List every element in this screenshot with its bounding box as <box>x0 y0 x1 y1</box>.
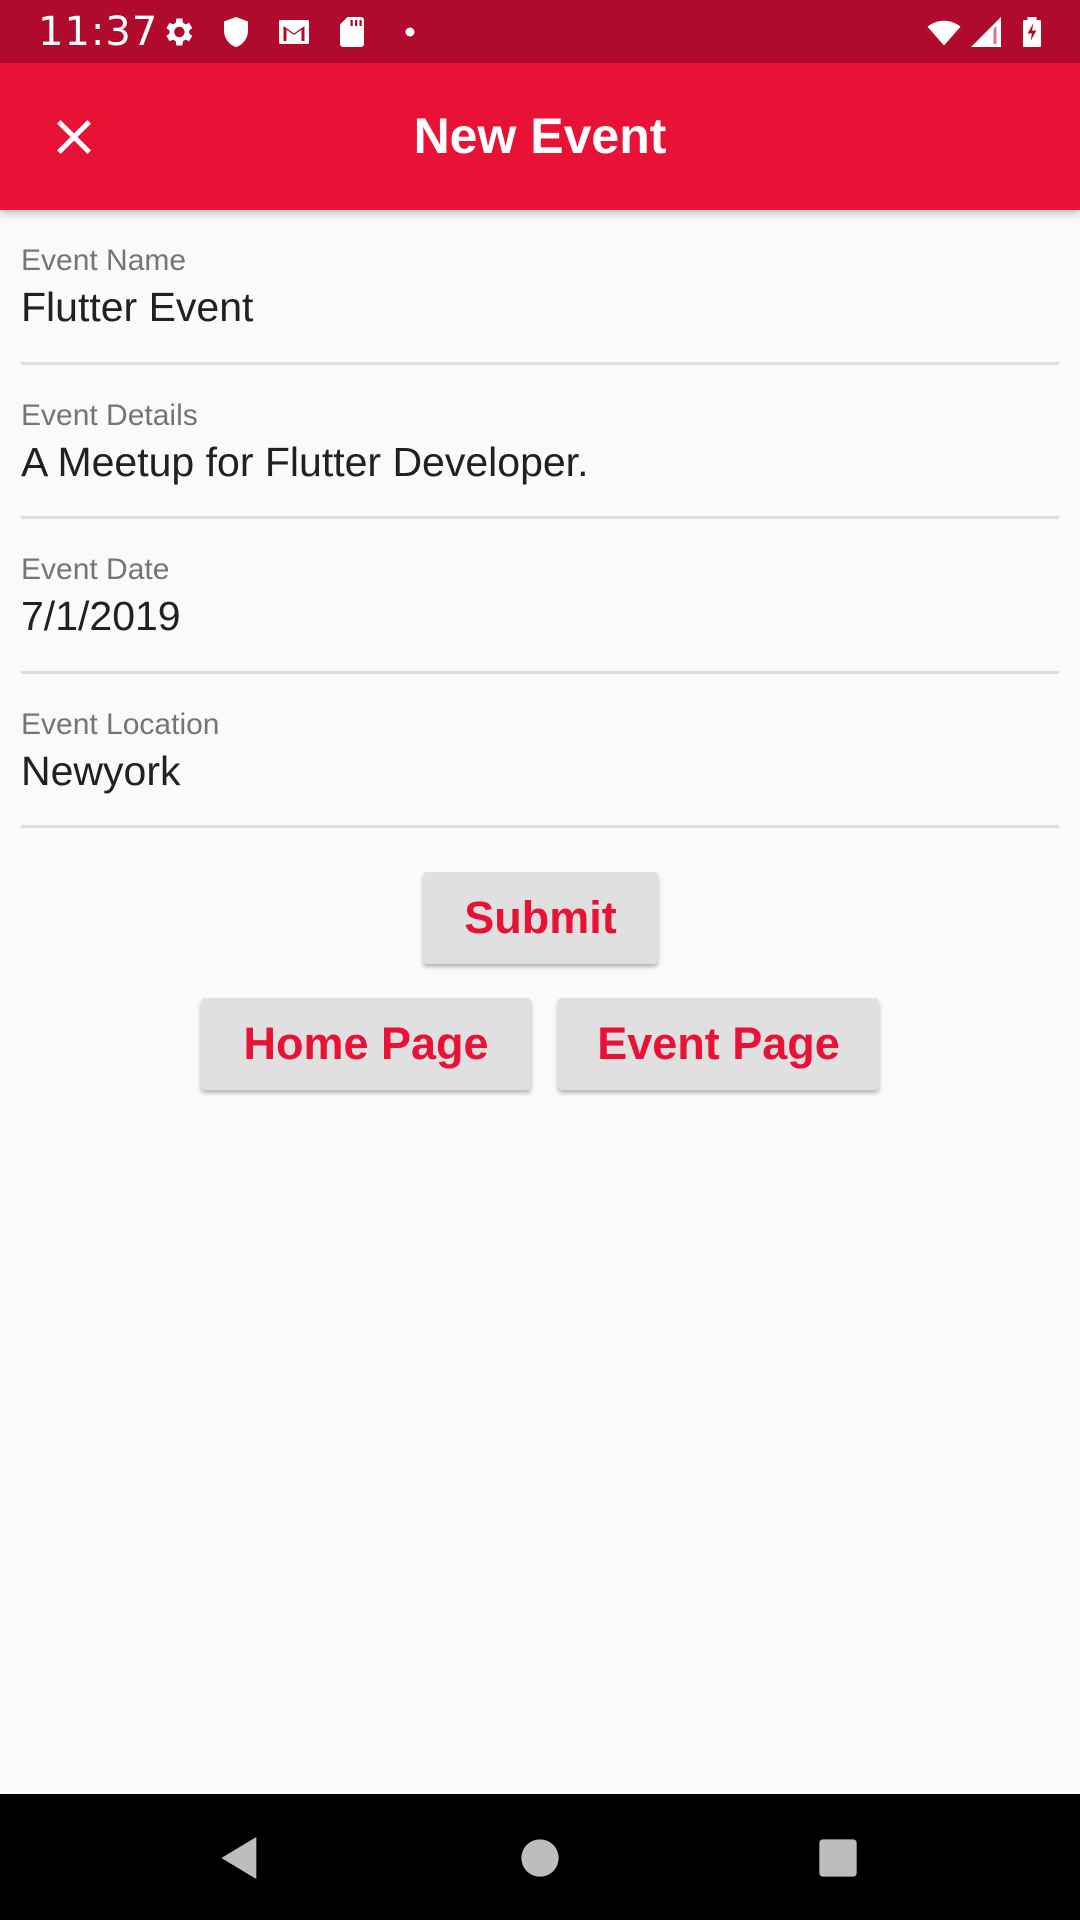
event-name-field[interactable]: Event Name <box>21 210 1059 365</box>
event-form: Event Name Event Details Event Date Even… <box>21 210 1059 828</box>
home-button[interactable] <box>512 1830 568 1886</box>
submit-button[interactable]: Submit <box>423 872 658 964</box>
event-name-label: Event Name <box>21 244 187 277</box>
app-bar: New Event <box>0 63 1080 210</box>
page-title: New Event <box>413 108 667 164</box>
event-details-input[interactable] <box>21 436 1059 487</box>
home-icon <box>521 1839 559 1877</box>
sd-card-icon <box>334 14 370 50</box>
event-details-field[interactable]: Event Details <box>21 365 1059 519</box>
status-time: 11:37 <box>38 9 159 55</box>
event-date-field[interactable]: Event Date <box>21 519 1059 674</box>
recents-button[interactable] <box>810 1830 866 1886</box>
status-bar: 11:37 <box>0 0 1080 63</box>
recents-icon <box>819 1839 857 1877</box>
gmail-icon <box>276 14 312 50</box>
event-date-label: Event Date <box>21 553 170 586</box>
shield-icon <box>218 14 254 50</box>
event-page-button[interactable]: Event Page <box>558 998 879 1090</box>
home-page-button[interactable]: Home Page <box>201 998 531 1090</box>
event-location-label: Event Location <box>21 707 220 741</box>
event-details-label: Event Details <box>21 398 198 432</box>
dot-icon <box>392 14 428 50</box>
event-location-field[interactable]: Event Location <box>21 674 1059 828</box>
event-name-input[interactable] <box>21 282 1059 332</box>
back-button[interactable] <box>212 1830 268 1886</box>
gear-icon <box>160 14 196 50</box>
wifi-icon <box>922 14 966 50</box>
signal-icon <box>968 14 1004 50</box>
battery-charging-icon <box>1014 14 1050 50</box>
event-date-input[interactable] <box>21 591 1059 641</box>
back-icon <box>221 1837 257 1879</box>
system-nav-bar <box>0 1794 1080 1920</box>
event-location-input[interactable] <box>21 745 1059 796</box>
